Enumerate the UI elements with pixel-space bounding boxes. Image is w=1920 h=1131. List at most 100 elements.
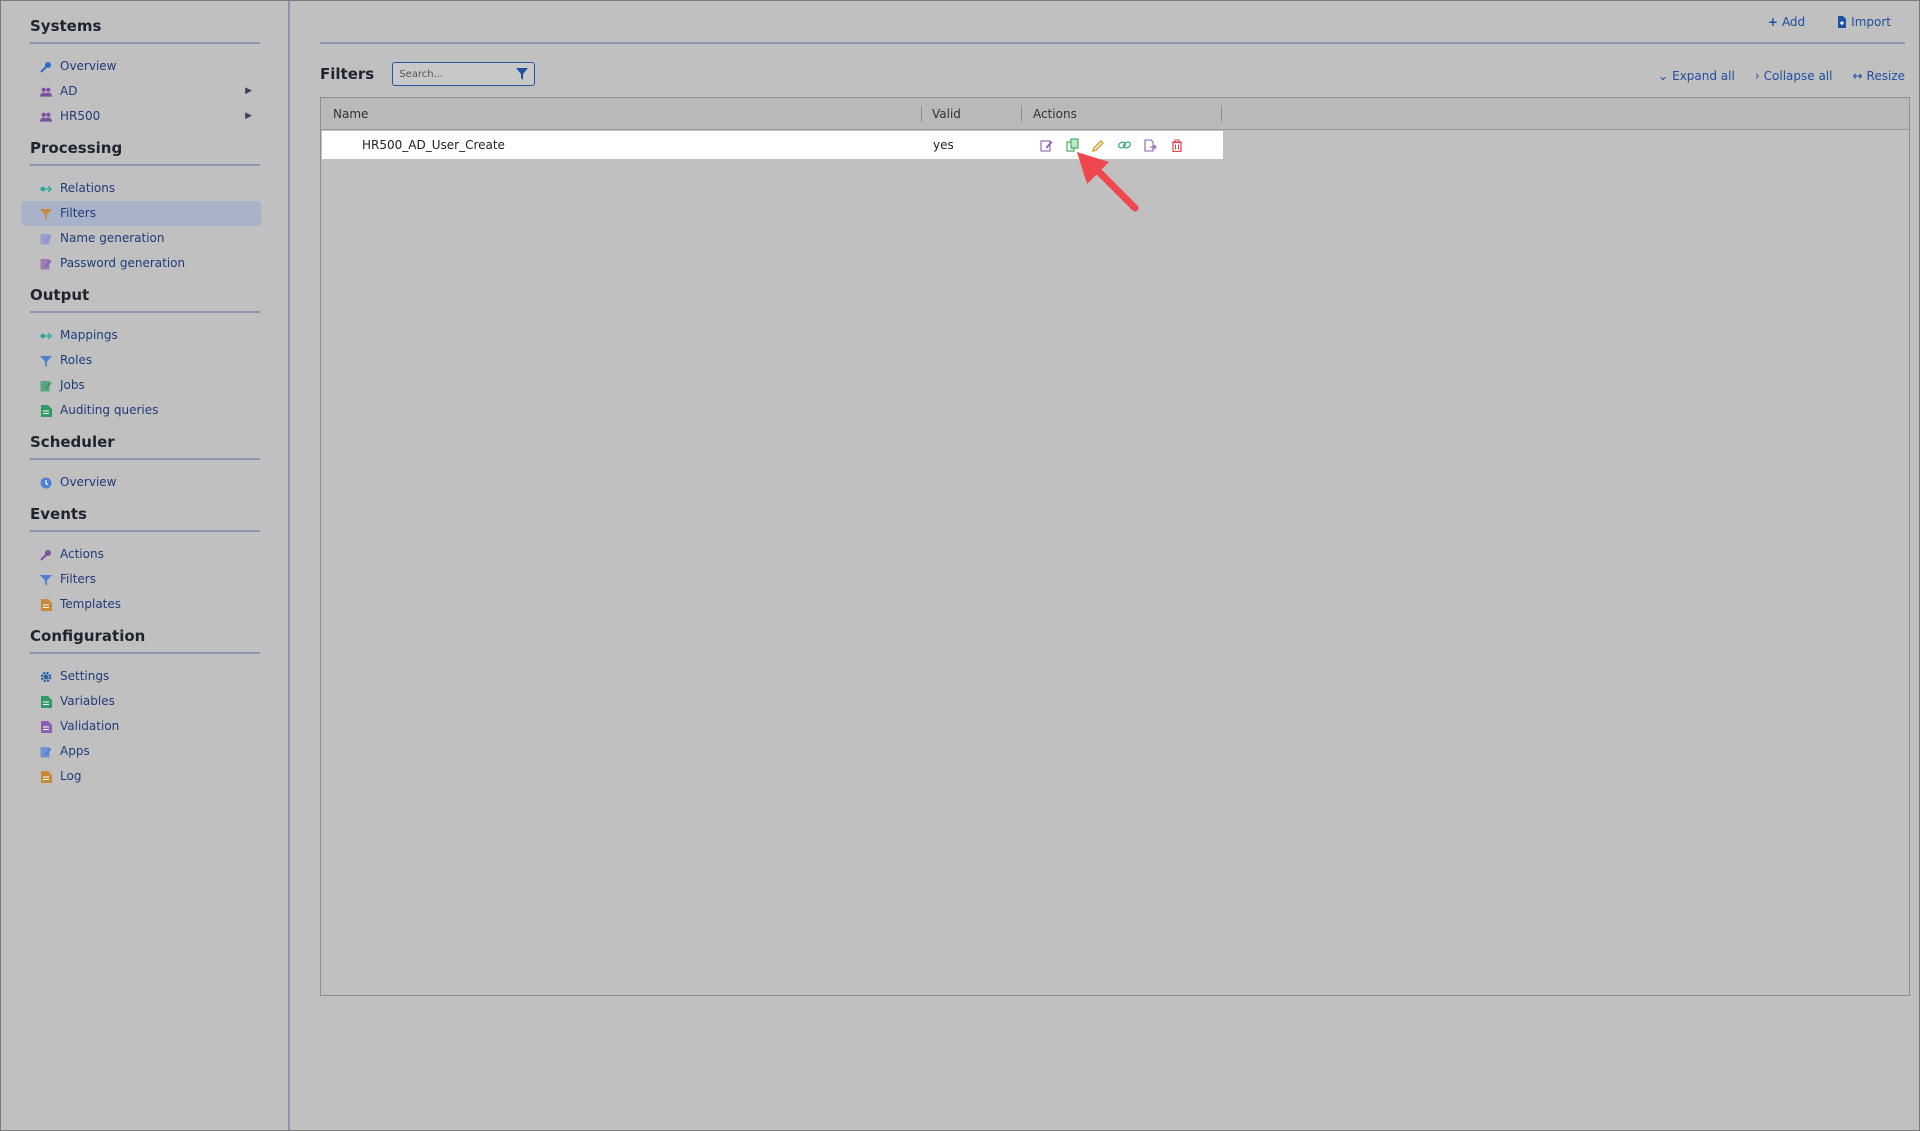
gear-icon: [40, 671, 52, 683]
collapse-all-button[interactable]: › Collapse all: [1755, 69, 1833, 83]
sidebar-section-processing: Processing Relations Filters Name generatio…: [21, 139, 261, 276]
trash-icon[interactable]: [1169, 138, 1184, 152]
sidebar-item-validation[interactable]: Validation: [21, 714, 261, 739]
sidebar-item-label: Apps: [60, 744, 90, 758]
resize-button[interactable]: ↔ Resize: [1852, 69, 1905, 83]
sidebar-item-label: Settings: [60, 669, 110, 683]
edit-doc-icon: [40, 233, 52, 245]
sidebar-section-events: Events Actions Filters Templates: [30, 505, 260, 617]
sidebar-section-output: Output Mappings Roles Jobs Auditing queries: [30, 286, 260, 423]
sidebar-item-settings[interactable]: Settings: [21, 664, 261, 689]
column-header-actions[interactable]: Actions: [1033, 98, 1077, 130]
row-valid: yes: [933, 138, 954, 152]
sidebar-item-password-generation[interactable]: Password generation: [21, 251, 261, 276]
sidebar-item-label: Auditing queries: [60, 403, 159, 417]
expand-all-button[interactable]: ⌄ Expand all: [1658, 69, 1735, 83]
column-header-name[interactable]: Name: [333, 98, 368, 130]
top-toolbar: + Add Import: [320, 0, 1905, 44]
edit-doc-icon: [40, 746, 52, 758]
column-header-valid[interactable]: Valid: [932, 98, 961, 130]
chevron-down-icon: ⌄: [1658, 69, 1669, 83]
sidebar-item-overview[interactable]: Overview: [21, 54, 261, 79]
sidebar-item-label: Filters: [60, 572, 96, 586]
funnel-icon: [40, 574, 52, 586]
collapse-all-label: Collapse all: [1763, 69, 1833, 83]
sidebar-item-auditing-queries[interactable]: Auditing queries: [21, 398, 261, 423]
table-header: Name Valid Actions: [321, 98, 1909, 130]
sidebar-item-roles[interactable]: Roles: [21, 348, 261, 373]
export-icon[interactable]: [1143, 138, 1158, 152]
tree-actions: ⌄ Expand all › Collapse all ↔ Resize: [1658, 69, 1905, 83]
users-icon: [40, 111, 52, 123]
relation-icon: [40, 330, 52, 342]
resize-label: Resize: [1866, 69, 1905, 83]
sidebar-section-scheduler: Scheduler Overview: [30, 433, 260, 495]
add-label: Add: [1781, 15, 1806, 29]
sidebar-section-configuration: Configuration Settings Variables Validation…: [30, 627, 260, 789]
import-label: Import: [1851, 15, 1891, 29]
sidebar-item-label: Password generation: [60, 256, 186, 270]
sidebar-item-label: Log: [60, 769, 82, 783]
sidebar-item-label: Name generation: [60, 231, 165, 245]
sidebar-item-filters[interactable]: Filters: [21, 567, 261, 592]
edit-icon[interactable]: [1039, 138, 1054, 152]
expand-all-label: Expand all: [1672, 69, 1735, 83]
sidebar-section-title: Output: [30, 286, 260, 313]
document-icon: [40, 695, 52, 708]
users-icon: [40, 86, 52, 98]
clock-icon: [40, 477, 52, 489]
sidebar-item-templates[interactable]: Templates: [21, 592, 261, 617]
sidebar-item-label: Templates: [60, 597, 122, 611]
sidebar-item-name-generation[interactable]: Name generation: [21, 226, 261, 251]
plus-icon: +: [1767, 15, 1778, 29]
sidebar-item-filters[interactable]: Filters: [21, 201, 261, 226]
annotation-arrow-icon: [1077, 152, 1139, 212]
sidebar-item-ad[interactable]: AD ▶: [21, 79, 261, 104]
sidebar-item-label: Actions: [60, 547, 104, 561]
sidebar-section-systems: Systems Overview AD ▶ HR500 ▶: [30, 17, 260, 129]
sidebar-item-relations[interactable]: Relations: [21, 176, 261, 201]
page-title: Filters: [320, 65, 375, 83]
import-file-icon: [1838, 16, 1847, 28]
sidebar-item-label: Validation: [60, 719, 120, 733]
sidebar-section-title: Processing: [30, 139, 260, 166]
sidebar-item-apps[interactable]: Apps: [21, 739, 261, 764]
filters-header: Filters: [320, 62, 536, 86]
sidebar-item-label: Relations: [60, 181, 116, 195]
caret-right-icon[interactable]: ▶: [245, 79, 252, 104]
funnel-icon[interactable]: [516, 68, 529, 80]
sidebar: Systems Overview AD ▶ HR500 ▶ Processing Relati…: [0, 0, 290, 1131]
sidebar-item-label: AD: [60, 84, 78, 98]
edit-doc-icon: [40, 380, 52, 392]
document-icon: [40, 720, 52, 733]
sidebar-item-variables[interactable]: Variables: [21, 689, 261, 714]
edit-doc-icon: [40, 258, 52, 270]
sidebar-item-label: HR500: [60, 109, 101, 123]
sidebar-item-overview[interactable]: Overview: [21, 470, 261, 495]
sidebar-item-label: Overview: [60, 59, 117, 73]
caret-right-icon[interactable]: ▶: [245, 104, 252, 129]
document-icon: [40, 770, 52, 783]
import-button[interactable]: Import: [1837, 15, 1891, 29]
sidebar-item-label: Roles: [60, 353, 93, 367]
sidebar-item-jobs[interactable]: Jobs: [21, 373, 261, 398]
add-button[interactable]: + Add: [1768, 15, 1805, 29]
column-divider[interactable]: [921, 106, 922, 122]
sidebar-item-log[interactable]: Log: [21, 764, 261, 789]
relation-icon: [40, 183, 52, 195]
wrench-icon: [40, 61, 52, 73]
funnel-icon: [40, 208, 52, 220]
sidebar-section-title: Configuration: [30, 627, 260, 654]
row-name: HR500_AD_User_Create: [362, 138, 505, 152]
search-input[interactable]: [399, 68, 510, 80]
wrench-icon: [40, 549, 52, 561]
sidebar-item-hr500[interactable]: HR500 ▶: [21, 104, 261, 129]
column-divider[interactable]: [1221, 106, 1222, 122]
resize-icon: ↔: [1852, 69, 1863, 83]
sidebar-item-label: Variables: [60, 694, 115, 708]
search-field[interactable]: [392, 62, 536, 86]
column-divider[interactable]: [1021, 106, 1022, 122]
document-icon: [40, 598, 52, 611]
sidebar-item-mappings[interactable]: Mappings: [21, 323, 261, 348]
sidebar-item-actions[interactable]: Actions: [21, 542, 261, 567]
